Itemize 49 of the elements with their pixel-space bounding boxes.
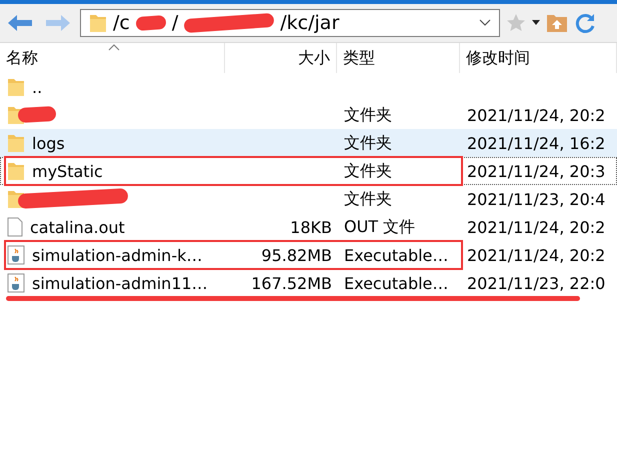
modified-date: 2021/11/24, 20:3 (466, 162, 606, 180)
home-folder-icon[interactable] (546, 13, 568, 33)
coffee-cup-icon (7, 273, 25, 293)
modified-date: 2021/11/24, 20:2 (466, 106, 606, 124)
file-row[interactable]: myStatic 文件夹 2021/11/24, 20:3 (0, 157, 617, 185)
path-text: /c (113, 12, 130, 34)
file-type: Executable… (343, 274, 450, 292)
file-type: 文件夹 (343, 132, 393, 152)
path-text: / (172, 12, 178, 34)
file-name: logs (32, 134, 65, 152)
address-field[interactable]: /c / /kc/jar (80, 9, 500, 37)
file-row[interactable]: simulation-admin11… 167.52MB Executable… 2021/11/23, 22:0 (0, 269, 617, 297)
modified-date: 2021/11/24, 20:2 (466, 218, 606, 236)
file-size: 95.82MB (260, 246, 333, 264)
refresh-icon[interactable] (574, 12, 596, 34)
file-name: myStatic (32, 162, 103, 180)
file-name: simulation-admin-k… (32, 246, 202, 264)
file-icon (7, 217, 23, 237)
file-row[interactable]: .. (0, 73, 617, 101)
file-type: 文件夹 (343, 188, 393, 208)
column-header[interactable]: 名称 (0, 43, 225, 73)
file-row[interactable]: logs 文件夹 2021/11/24, 16:2 (0, 129, 617, 157)
coffee-cup-icon (7, 245, 25, 265)
folder-icon (7, 133, 25, 153)
file-row[interactable]: catalina.out 18KB OUT 文件 2021/11/24, 20:2 (0, 213, 617, 241)
folder-icon (7, 161, 25, 181)
file-size: 167.52MB (250, 274, 333, 292)
file-name: .. (32, 78, 42, 96)
file-name: catalina.out (30, 218, 125, 236)
file-type: OUT 文件 (343, 216, 416, 236)
file-name: simulation-admin11… (32, 274, 208, 292)
modified-date: 2021/11/24, 20:2 (466, 246, 606, 264)
chevron-down-icon[interactable] (479, 19, 491, 27)
modified-date: 2021/11/23, 20:4 (466, 190, 606, 208)
file-row[interactable]: simulation-admin-k… 95.82MB Executable… 2021/11/24, 20:2 (0, 241, 617, 269)
file-type: 文件夹 (343, 104, 393, 124)
modified-date: 2021/11/24, 16:2 (466, 134, 606, 152)
caret-down-icon[interactable] (532, 20, 540, 26)
file-size: 18KB (289, 218, 333, 236)
folder-icon (89, 13, 107, 33)
column-header[interactable]: 大小 (225, 43, 337, 73)
folder-icon (7, 77, 25, 97)
column-header[interactable]: 修改时间 (460, 43, 617, 73)
file-type: Executable… (343, 246, 450, 264)
file-type: 文件夹 (343, 160, 393, 180)
modified-date: 2021/11/23, 22:0 (466, 274, 606, 292)
column-header[interactable]: 类型 (337, 43, 460, 73)
path-text: /kc/jar (280, 12, 340, 34)
star-icon[interactable] (506, 13, 526, 33)
